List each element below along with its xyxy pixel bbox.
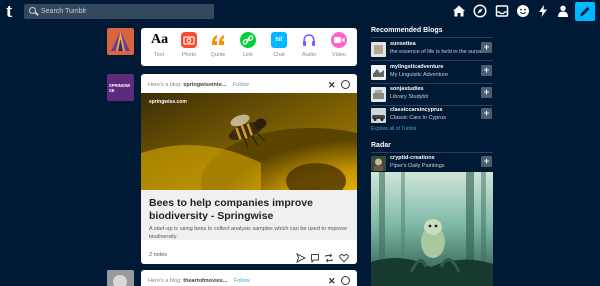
post-blog-name[interactable]: springwiseinte...	[183, 82, 226, 88]
post-type-text[interactable]: Aa Text	[145, 32, 173, 59]
close-icon[interactable]: ✕	[328, 80, 336, 90]
post-header: Here's a blog: theartofmovies... Follow	[148, 278, 250, 284]
post-type-chat[interactable]: hi! Chat	[265, 32, 293, 59]
headphones-icon	[301, 32, 317, 48]
recommended-blog-item[interactable]: classiccarsincyprus Classic Cars In Cypr…	[371, 104, 493, 126]
reblog-icon[interactable]	[324, 250, 334, 263]
recommended-blog-item[interactable]: mylingsticadventure My Linguistic Advent…	[371, 61, 493, 83]
theartofmovies-avatar[interactable]	[107, 270, 134, 286]
link-description: A start-up is using bees to collect anal…	[149, 226, 348, 240]
post-type-video[interactable]: Video	[325, 32, 353, 59]
post-blog-name[interactable]: theartofmovies...	[183, 278, 227, 284]
video-icon	[331, 32, 347, 48]
inbox-icon[interactable]	[495, 4, 509, 18]
link-icon	[240, 32, 256, 48]
follow-plus-button[interactable]: +	[481, 87, 492, 98]
like-heart-icon[interactable]	[339, 250, 349, 263]
compose-button[interactable]	[575, 2, 595, 21]
compass-icon[interactable]	[341, 276, 350, 285]
explore-compass-icon[interactable]	[473, 4, 487, 18]
radar-title: Radar	[371, 142, 391, 149]
blog-avatar	[371, 42, 386, 57]
pencil-icon	[580, 7, 590, 17]
follow-plus-button[interactable]: +	[481, 108, 492, 119]
follow-plus-button[interactable]: +	[481, 156, 492, 167]
post-type-link[interactable]: Link	[234, 32, 262, 59]
follow-button[interactable]: Follow	[234, 278, 250, 284]
chat-icon: hi!	[271, 32, 287, 48]
post-type-quote[interactable]: Quote	[204, 32, 232, 59]
user-avatar[interactable]	[107, 28, 134, 55]
activity-bolt-icon[interactable]	[536, 4, 550, 18]
post-type-audio[interactable]: Audio	[295, 32, 323, 59]
tumblr-logo[interactable]: t	[6, 2, 20, 21]
camera-icon	[181, 32, 197, 48]
recommended-blog-item[interactable]: sunsettea the essence of life is held in…	[371, 38, 493, 60]
recommended-blogs-title: Recommended Blogs	[371, 27, 443, 34]
link-title[interactable]: Bees to help companies improve biodivers…	[149, 197, 349, 223]
share-icon[interactable]	[296, 250, 307, 264]
follow-plus-button[interactable]: +	[481, 65, 492, 76]
follow-button[interactable]: Follow	[233, 82, 249, 88]
post-header: Here's a blog: springwiseinte... Follow	[148, 82, 249, 88]
post-link-image[interactable]: springwise.com	[141, 93, 357, 190]
explore-all-link[interactable]: Explore all of Tumblr	[371, 126, 417, 132]
link-preview[interactable]: Bees to help companies improve biodivers…	[141, 190, 357, 240]
recommended-blog-item[interactable]: sonjastudies Library Studyblr +	[371, 83, 493, 105]
blog-avatar	[371, 87, 386, 102]
account-person-icon[interactable]	[556, 4, 570, 18]
home-icon[interactable]	[452, 4, 466, 18]
notes-count[interactable]: 2 notes	[149, 252, 167, 258]
post-card: Here's a blog: theartofmovies... Follow …	[141, 270, 357, 286]
radar-blog-item[interactable]: cryptid-creations Piper's Daily Painting…	[371, 152, 493, 174]
text-icon: Aa	[151, 32, 169, 47]
blog-avatar	[371, 108, 386, 123]
search-icon	[29, 7, 36, 14]
blog-avatar	[371, 65, 386, 80]
link-site-label: springwise.com	[149, 99, 187, 105]
radar-post-image[interactable]	[371, 172, 493, 286]
post-type-bar: Aa Text Photo Quote Link hi! Chat Audio …	[141, 28, 357, 66]
search-input[interactable]: Search Tumblr	[24, 4, 214, 19]
post-type-photo[interactable]: Photo	[175, 32, 203, 59]
reply-icon[interactable]	[310, 250, 320, 264]
follow-plus-button[interactable]: +	[481, 42, 492, 53]
compass-icon[interactable]	[341, 80, 350, 89]
close-icon[interactable]: ✕	[328, 276, 336, 286]
blog-avatar	[371, 156, 386, 171]
post-card: Here's a blog: springwiseinte... Follow …	[141, 74, 357, 264]
messaging-smiley-icon[interactable]	[516, 4, 530, 18]
top-nav: t Search Tumblr	[0, 0, 600, 24]
search-placeholder: Search Tumblr	[41, 8, 87, 15]
springwise-avatar[interactable]: SPRINGWISE	[107, 74, 134, 101]
quote-icon	[210, 32, 226, 48]
